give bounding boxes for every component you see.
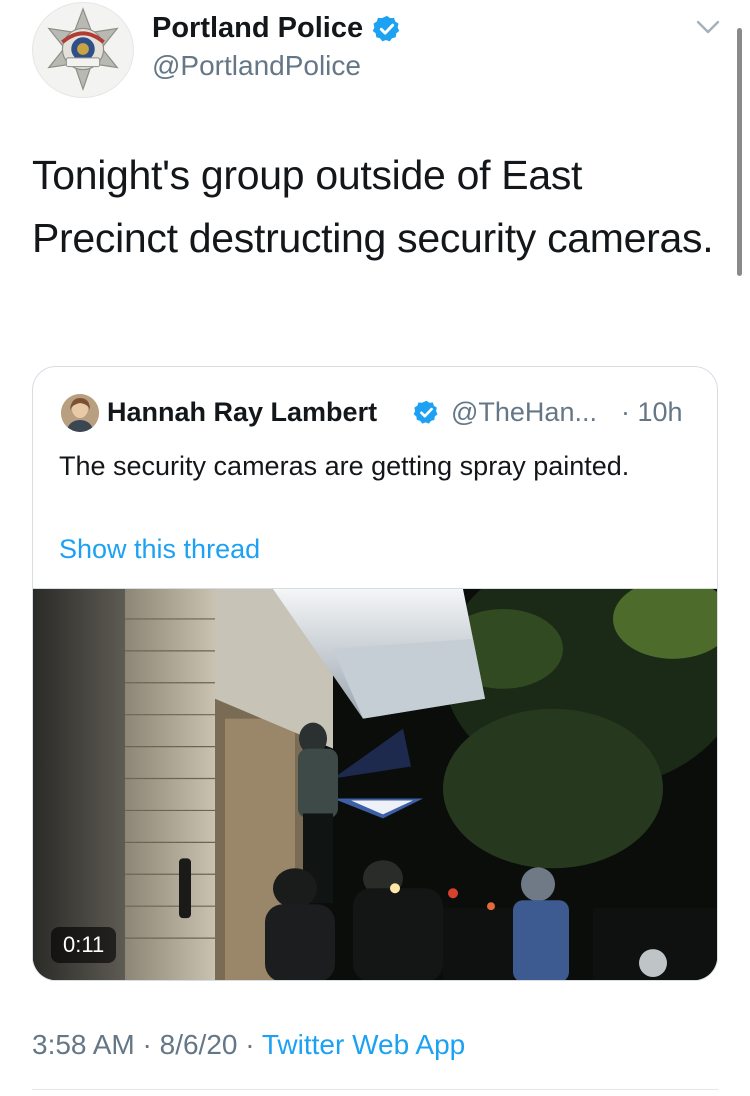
quoted-tweet-text: The security cameras are getting spray p… bbox=[59, 451, 630, 481]
quoted-author-name[interactable]: Hannah Ray Lambert bbox=[107, 397, 377, 428]
author-display-name[interactable]: Portland Police bbox=[152, 12, 363, 45]
source-app-link[interactable]: Twitter Web App bbox=[262, 1029, 465, 1060]
quoted-author-avatar[interactable] bbox=[61, 394, 99, 432]
divider bbox=[32, 1089, 718, 1090]
quoted-timestamp[interactable]: · 10h bbox=[621, 397, 683, 428]
quoted-tweet-card[interactable]: Hannah Ray Lambert @TheHan... · 10h The … bbox=[32, 366, 718, 981]
tweet-metadata: 3:58 AM · 8/6/20 · Twitter Web App bbox=[32, 1029, 465, 1061]
author-avatar[interactable] bbox=[32, 2, 134, 98]
tweet-text: Tonight's group outside of East Precinct… bbox=[32, 152, 714, 261]
police-star-badge-icon bbox=[37, 4, 129, 96]
tweet-time[interactable]: 3:58 AM bbox=[32, 1029, 135, 1060]
video-thumbnail bbox=[33, 589, 717, 980]
verified-badge-icon bbox=[413, 400, 438, 424]
show-thread-link[interactable]: Show this thread bbox=[59, 534, 260, 565]
avatar-photo-icon bbox=[61, 394, 99, 432]
quoted-author-handle[interactable]: @TheHan... bbox=[451, 397, 597, 428]
video-duration-badge: 0:11 bbox=[51, 927, 117, 963]
verified-badge-icon bbox=[372, 15, 400, 42]
video-player[interactable]: 0:11 bbox=[33, 588, 717, 980]
chevron-down-icon[interactable] bbox=[694, 16, 722, 38]
meta-separator: · bbox=[245, 1029, 255, 1060]
meta-separator: · bbox=[142, 1029, 152, 1060]
tweet-date[interactable]: 8/6/20 bbox=[160, 1029, 238, 1060]
tweet: Portland Police @PortlandPolice Tonight'… bbox=[0, 0, 750, 1096]
author-handle[interactable]: @PortlandPolice bbox=[152, 50, 361, 82]
scrollbar[interactable] bbox=[737, 28, 742, 276]
